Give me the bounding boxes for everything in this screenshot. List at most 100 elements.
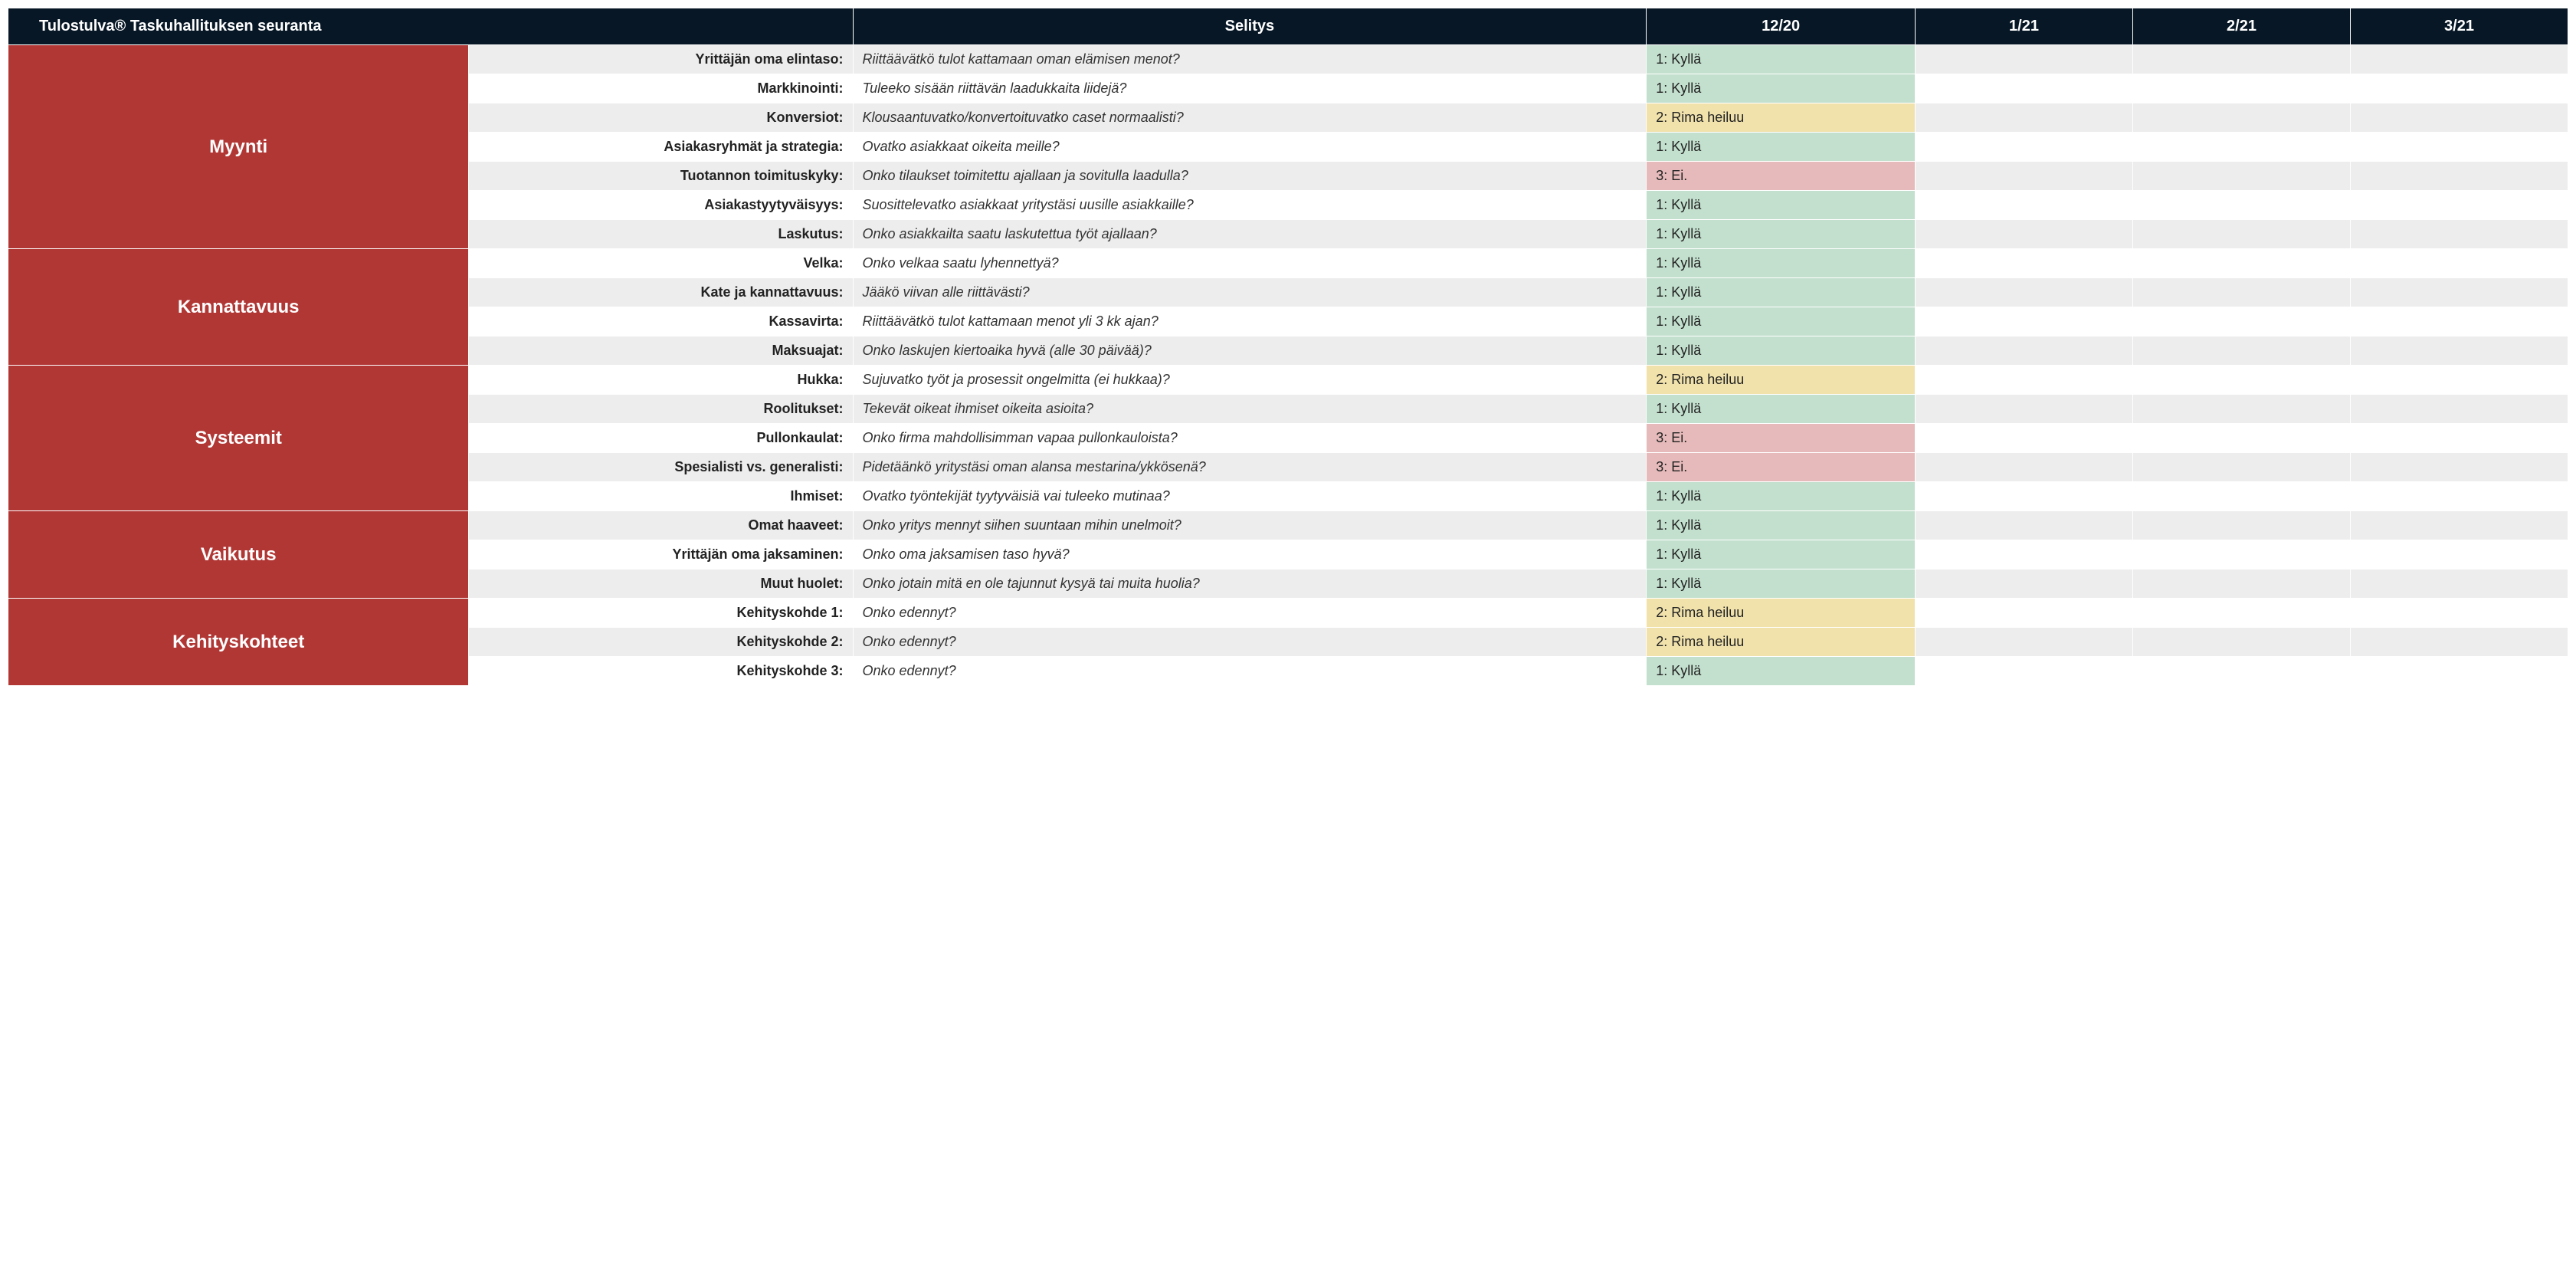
status-cell[interactable] bbox=[1916, 657, 2133, 686]
status-cell[interactable] bbox=[2133, 540, 2351, 569]
status-cell[interactable] bbox=[2350, 453, 2568, 482]
status-cell[interactable] bbox=[2133, 569, 2351, 599]
status-cell[interactable]: 1: Kyllä bbox=[1647, 74, 1916, 103]
status-cell[interactable] bbox=[2350, 395, 2568, 424]
status-cell[interactable] bbox=[2133, 336, 2351, 366]
status-cell[interactable] bbox=[2350, 191, 2568, 220]
status-cell[interactable]: 1: Kyllä bbox=[1647, 307, 1916, 336]
row-desc: Pidetäänkö yritystäsi oman alansa mestar… bbox=[853, 453, 1647, 482]
status-cell[interactable] bbox=[2133, 307, 2351, 336]
row-desc: Onko jotain mitä en ole tajunnut kysyä t… bbox=[853, 569, 1647, 599]
category-cell: Vaikutus bbox=[8, 511, 469, 599]
status-cell[interactable] bbox=[2133, 366, 2351, 395]
status-cell[interactable] bbox=[2133, 103, 2351, 133]
status-cell[interactable]: 1: Kyllä bbox=[1647, 540, 1916, 569]
status-cell[interactable] bbox=[2350, 366, 2568, 395]
status-cell[interactable] bbox=[1916, 482, 2133, 511]
status-cell[interactable] bbox=[2350, 307, 2568, 336]
status-cell[interactable]: 1: Kyllä bbox=[1647, 45, 1916, 74]
status-cell[interactable]: 2: Rima heiluu bbox=[1647, 366, 1916, 395]
row-label: Kehityskohde 2: bbox=[469, 628, 853, 657]
status-cell[interactable]: 3: Ei. bbox=[1647, 424, 1916, 453]
status-cell[interactable] bbox=[1916, 278, 2133, 307]
status-cell[interactable] bbox=[2350, 482, 2568, 511]
status-cell[interactable] bbox=[1916, 540, 2133, 569]
status-cell[interactable] bbox=[2133, 482, 2351, 511]
status-cell[interactable] bbox=[2133, 249, 2351, 278]
status-cell[interactable]: 1: Kyllä bbox=[1647, 278, 1916, 307]
status-cell[interactable] bbox=[2133, 599, 2351, 628]
status-cell[interactable]: 1: Kyllä bbox=[1647, 511, 1916, 540]
status-cell[interactable]: 1: Kyllä bbox=[1647, 657, 1916, 686]
status-cell[interactable] bbox=[1916, 366, 2133, 395]
status-cell[interactable] bbox=[2133, 424, 2351, 453]
status-cell[interactable] bbox=[1916, 220, 2133, 249]
status-cell[interactable]: 3: Ei. bbox=[1647, 453, 1916, 482]
status-cell[interactable] bbox=[2350, 511, 2568, 540]
status-cell[interactable] bbox=[2350, 628, 2568, 657]
status-cell[interactable] bbox=[2133, 191, 2351, 220]
status-cell[interactable] bbox=[2133, 278, 2351, 307]
row-label: Velka: bbox=[469, 249, 853, 278]
row-desc: Onko oma jaksamisen taso hyvä? bbox=[853, 540, 1647, 569]
status-cell[interactable]: 2: Rima heiluu bbox=[1647, 103, 1916, 133]
status-cell[interactable] bbox=[2350, 220, 2568, 249]
status-cell[interactable]: 1: Kyllä bbox=[1647, 220, 1916, 249]
status-cell[interactable] bbox=[1916, 453, 2133, 482]
status-cell[interactable] bbox=[1916, 599, 2133, 628]
status-cell[interactable]: 2: Rima heiluu bbox=[1647, 599, 1916, 628]
status-cell[interactable] bbox=[2133, 220, 2351, 249]
category-cell: Myynti bbox=[8, 45, 469, 249]
status-cell[interactable] bbox=[1916, 569, 2133, 599]
row-desc: Klousaantuvatko/konvertoituvatko caset n… bbox=[853, 103, 1647, 133]
status-cell[interactable] bbox=[2350, 599, 2568, 628]
status-cell[interactable] bbox=[1916, 628, 2133, 657]
status-cell[interactable] bbox=[2350, 249, 2568, 278]
status-cell[interactable] bbox=[2350, 45, 2568, 74]
status-cell[interactable] bbox=[2350, 103, 2568, 133]
status-cell[interactable] bbox=[2133, 453, 2351, 482]
status-cell[interactable] bbox=[2133, 511, 2351, 540]
status-cell[interactable] bbox=[2350, 336, 2568, 366]
status-cell[interactable]: 1: Kyllä bbox=[1647, 191, 1916, 220]
status-cell[interactable]: 1: Kyllä bbox=[1647, 133, 1916, 162]
status-cell[interactable] bbox=[1916, 103, 2133, 133]
status-cell[interactable] bbox=[2350, 278, 2568, 307]
status-cell[interactable] bbox=[1916, 424, 2133, 453]
status-cell[interactable] bbox=[2350, 162, 2568, 191]
status-cell[interactable] bbox=[2133, 657, 2351, 686]
status-cell[interactable] bbox=[1916, 45, 2133, 74]
row-desc: Ovatko työntekijät tyytyväisiä vai tulee… bbox=[853, 482, 1647, 511]
row-desc: Onko yritys mennyt siihen suuntaan mihin… bbox=[853, 511, 1647, 540]
status-cell[interactable] bbox=[1916, 395, 2133, 424]
status-cell[interactable] bbox=[2350, 133, 2568, 162]
status-cell[interactable] bbox=[2350, 424, 2568, 453]
status-cell[interactable] bbox=[2133, 628, 2351, 657]
status-cell[interactable] bbox=[1916, 74, 2133, 103]
status-cell[interactable] bbox=[2350, 657, 2568, 686]
status-cell[interactable] bbox=[2350, 540, 2568, 569]
status-cell[interactable] bbox=[1916, 133, 2133, 162]
status-cell[interactable] bbox=[2350, 569, 2568, 599]
status-cell[interactable] bbox=[2350, 74, 2568, 103]
status-cell[interactable] bbox=[2133, 395, 2351, 424]
status-cell[interactable] bbox=[1916, 162, 2133, 191]
table-header: Tulostulva® Taskuhallituksen seuranta Se… bbox=[8, 8, 2568, 45]
status-cell[interactable] bbox=[2133, 74, 2351, 103]
status-cell[interactable]: 2: Rima heiluu bbox=[1647, 628, 1916, 657]
status-cell[interactable]: 1: Kyllä bbox=[1647, 395, 1916, 424]
status-cell[interactable]: 3: Ei. bbox=[1647, 162, 1916, 191]
status-cell[interactable] bbox=[1916, 336, 2133, 366]
status-cell[interactable] bbox=[1916, 249, 2133, 278]
status-cell[interactable]: 1: Kyllä bbox=[1647, 336, 1916, 366]
status-cell[interactable] bbox=[2133, 45, 2351, 74]
status-cell[interactable]: 1: Kyllä bbox=[1647, 569, 1916, 599]
status-cell[interactable]: 1: Kyllä bbox=[1647, 482, 1916, 511]
status-cell[interactable] bbox=[1916, 307, 2133, 336]
status-cell[interactable] bbox=[2133, 133, 2351, 162]
status-cell[interactable] bbox=[2133, 162, 2351, 191]
status-cell[interactable] bbox=[1916, 511, 2133, 540]
status-cell[interactable]: 1: Kyllä bbox=[1647, 249, 1916, 278]
row-label: Markkinointi: bbox=[469, 74, 853, 103]
status-cell[interactable] bbox=[1916, 191, 2133, 220]
